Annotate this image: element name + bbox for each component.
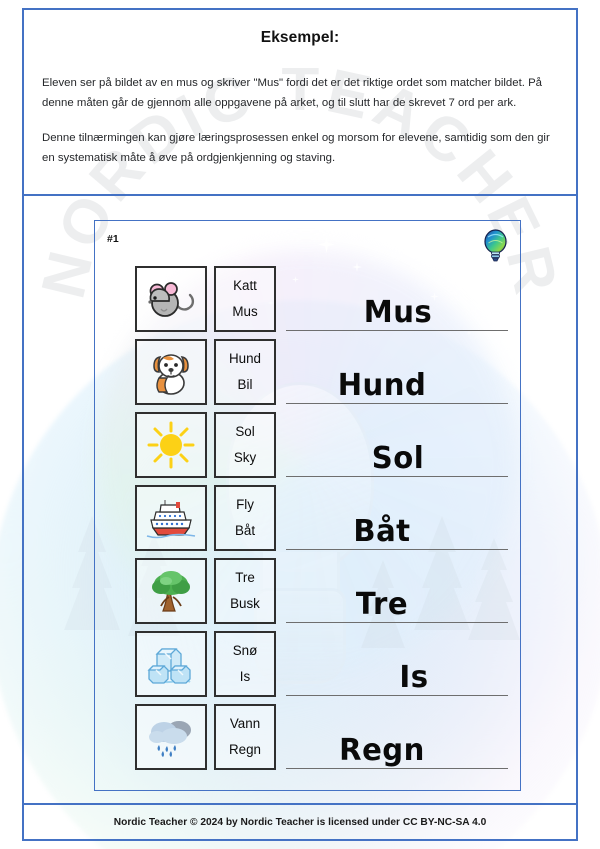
word-choice-cell[interactable]: Katt Mus [214,266,276,332]
page-content: Eksempel: Eleven ser på bildet av en mus… [22,8,578,841]
picture-cell [135,631,207,697]
answer-word: Regn [339,733,425,768]
page-root: NORDIC TEACHER Eksempel: Eleven ser på b… [0,0,600,849]
sun-icon [147,421,195,469]
answer-cell[interactable]: Regn [286,704,510,777]
rain-cloud-icon [149,721,191,757]
word-choice-top: Katt [233,278,257,294]
answer-cell[interactable]: Hund [286,339,510,412]
intro-paragraph-2: Denne tilnærmingen kan gjøre læringspros… [42,132,550,164]
ice-cube-icon [147,648,191,684]
table-row: Fly Båt Båt [135,485,510,558]
word-choice-bottom: Regn [228,741,261,757]
word-choice-cell[interactable]: Fly Båt [214,485,276,551]
picture-cell [135,704,207,770]
picture-cell [135,266,207,332]
word-choice-bottom: Is [239,668,251,684]
word-choice-cell[interactable]: Sol Sky [214,412,276,478]
word-choice-bottom: Busk [230,595,260,611]
header-divider [22,194,578,196]
answer-word: Båt [353,514,411,549]
word-choice-top: Snø [232,643,258,659]
answer-line [286,767,508,769]
worksheet-rows: Katt Mus Mus Hund Bil Hund Sol Sky Sol F… [135,266,510,777]
answer-word: Sol [371,441,425,476]
word-choice-cell[interactable]: Hund Bil [214,339,276,405]
tree-icon [152,571,190,612]
answer-line [286,694,508,696]
word-choice-top: Sol [235,424,255,440]
picture-cell [135,558,207,624]
word-choice-cell[interactable]: Snø Is [214,631,276,697]
word-choice-cell[interactable]: Tre Busk [214,558,276,624]
word-choice-top: Vann [229,716,261,732]
table-row: Hund Bil Hund [135,339,510,412]
answer-cell[interactable]: Båt [286,485,510,558]
table-row: Vann Regn Regn [135,704,510,777]
picture-cell [135,412,207,478]
answer-cell[interactable]: Sol [286,412,510,485]
answer-line [286,475,508,477]
word-choice-bottom: Bil [237,376,253,392]
dog-icon [153,354,189,395]
answer-cell[interactable]: Tre [286,558,510,631]
word-choice-bottom: Mus [232,303,258,319]
answer-cell[interactable]: Is [286,631,510,704]
intro-paragraph-1: Eleven ser på bildet av en mus og skrive… [42,77,543,109]
answer-line [286,402,508,404]
worksheet-card: #1 Katt Mus Mus Hund Bil Hund Sol Sky So… [94,220,521,791]
footer-license: Nordic Teacher © 2024 by Nordic Teacher … [113,817,487,828]
answer-word: Tre [355,587,409,622]
answer-word: Mus [363,295,433,330]
intro-text: Eleven ser på bildet av en mus og skrive… [42,47,558,168]
worksheet-index-label: #1 [107,233,119,245]
table-row: Katt Mus Mus [135,266,510,339]
word-choice-cell[interactable]: Vann Regn [214,704,276,770]
answer-line [286,548,508,550]
picture-cell [135,485,207,551]
ship-icon [146,500,196,539]
footer-divider [22,803,578,805]
answer-cell[interactable]: Mus [286,266,510,339]
mouse-icon [148,282,195,317]
table-row: Tre Busk Tre [135,558,510,631]
answer-line [286,621,508,623]
word-choice-top: Hund [228,351,261,367]
table-row: Snø Is Is [135,631,510,704]
answer-word: Is [399,660,429,695]
picture-cell [135,339,207,405]
word-choice-top: Tre [235,570,255,586]
answer-line [286,329,508,331]
lightbulb-icon [484,229,507,262]
page-title: Eksempel: [260,29,340,46]
word-choice-top: Fly [236,497,254,513]
answer-word: Hund [337,368,427,403]
word-choice-bottom: Sky [233,449,257,465]
table-row: Sol Sky Sol [135,412,510,485]
word-choice-bottom: Båt [234,522,256,538]
